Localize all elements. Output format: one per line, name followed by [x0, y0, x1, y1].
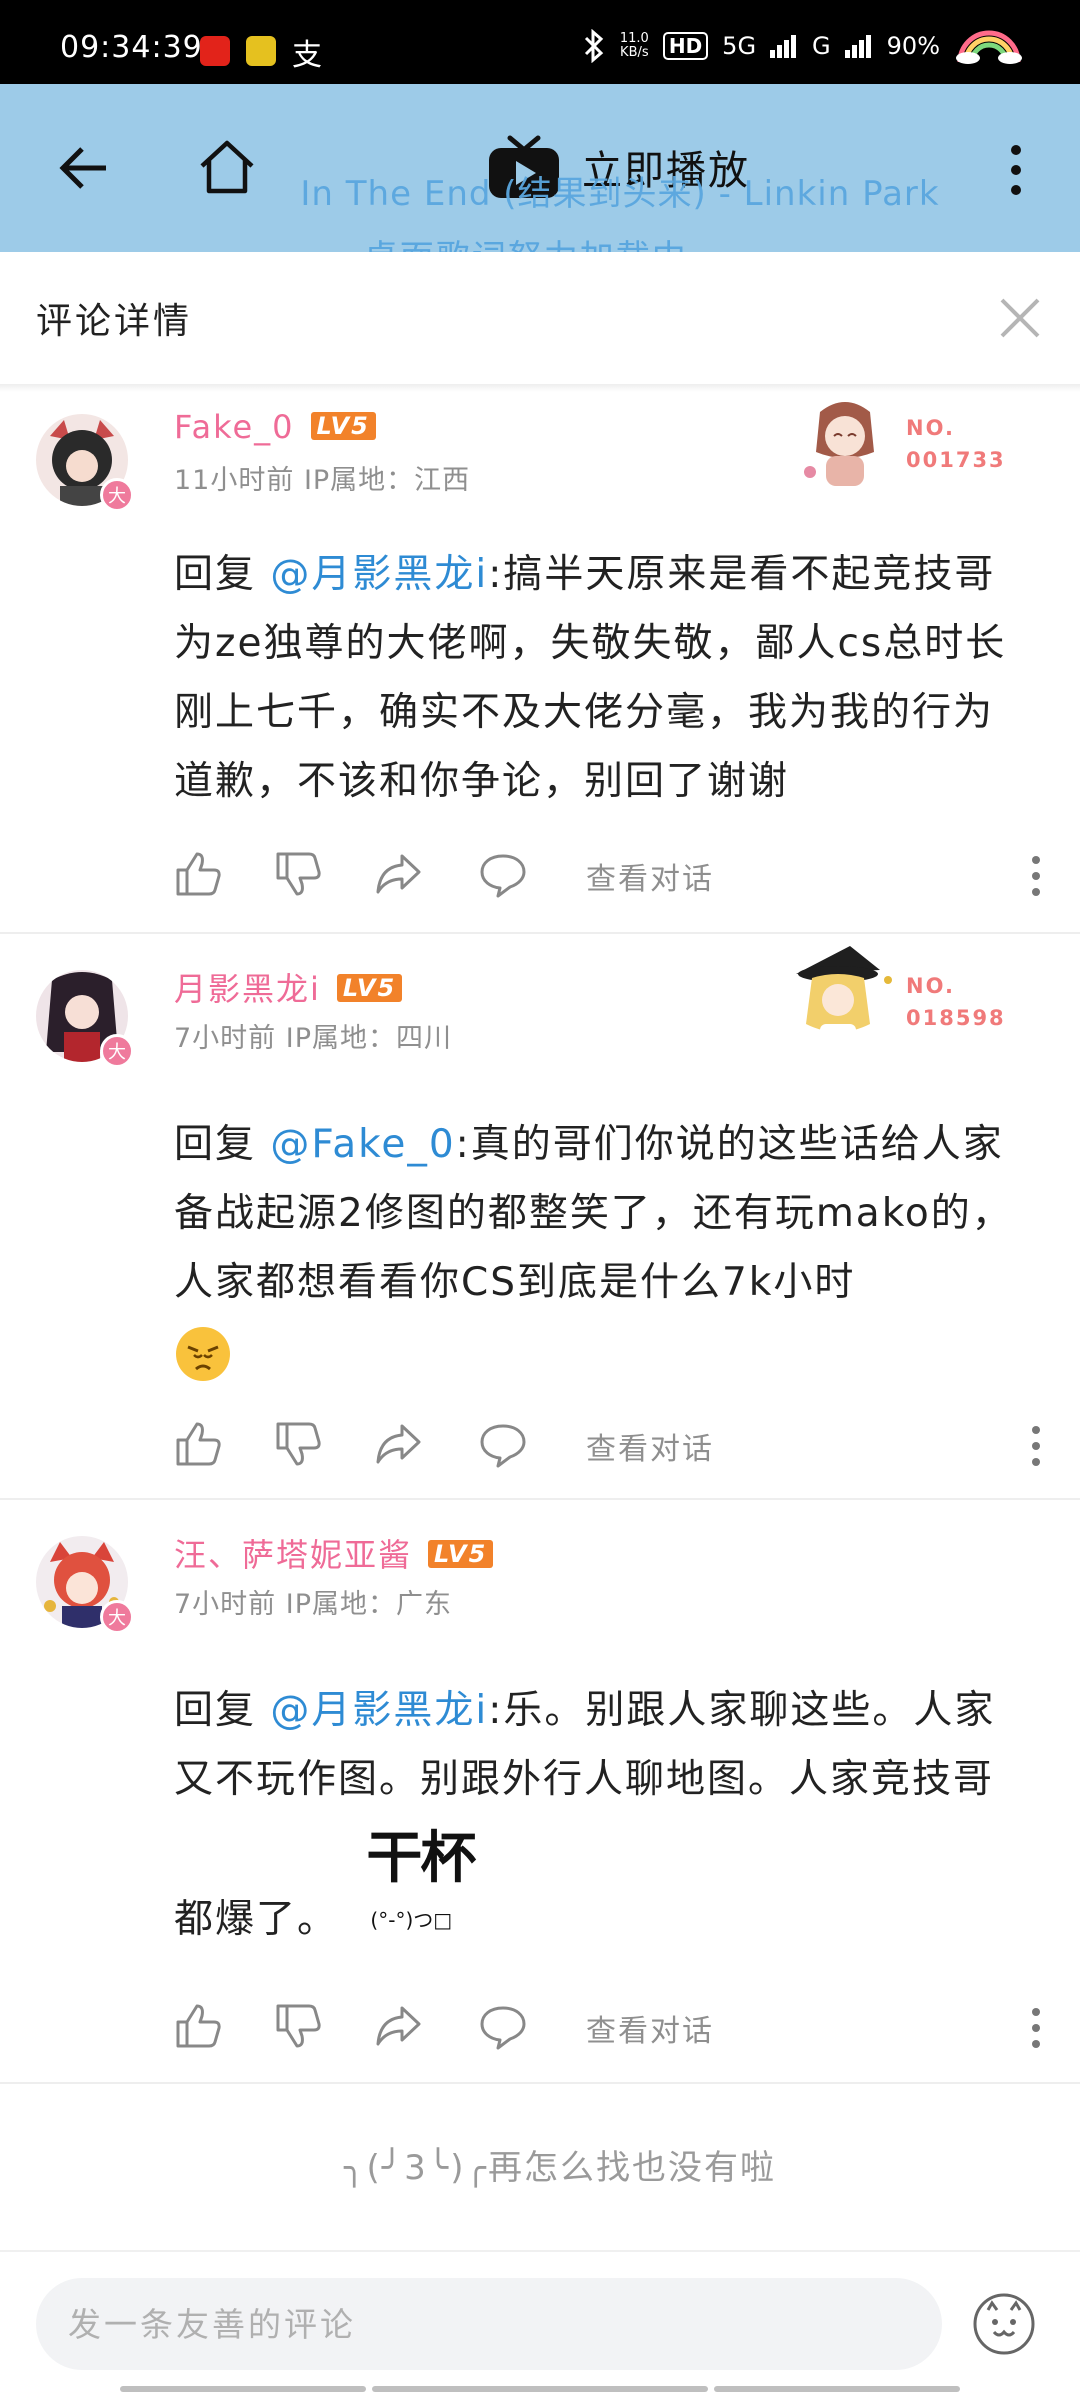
comment-input[interactable] — [36, 2278, 942, 2370]
page-title: 评论详情 — [36, 301, 193, 342]
battery-level: 90% — [886, 32, 940, 60]
pouting-emoji — [176, 1326, 230, 1381]
username[interactable]: 汪、萨塔妮亚酱 LV5 — [174, 1530, 494, 1576]
reply-icon[interactable] — [478, 850, 528, 898]
comment-actions: 查看对话 — [174, 1420, 1054, 1480]
comment-actions: 查看对话 — [174, 850, 1054, 910]
fan-medal: NO. 018598 — [790, 946, 1050, 1060]
share-icon[interactable] — [374, 850, 422, 898]
netease-music-icon — [200, 36, 230, 66]
gesture-bar — [714, 2386, 960, 2392]
fan-medal-illustration — [796, 946, 892, 1040]
gesture-bar — [120, 2386, 366, 2392]
cheers-sticker: 干杯 (°-°)つ□ — [366, 1814, 506, 1954]
more-vertical-icon[interactable] — [1030, 1424, 1042, 1468]
network-speed: 11.0 KB/s — [619, 31, 649, 60]
avatar[interactable]: 大 — [36, 1536, 134, 1634]
like-icon[interactable] — [174, 1420, 222, 1468]
signal-5g: 5G — [722, 32, 757, 60]
avatar[interactable]: 大 — [36, 970, 134, 1068]
comment-text: 回复 @月影黑龙i:乐。别跟人家聊这些。人家又不玩作图。别跟外行人聊地图。人家竞… — [174, 1676, 1034, 1954]
share-icon[interactable] — [374, 1420, 422, 1468]
lemon-app-icon — [246, 36, 276, 66]
vip-badge: 大 — [100, 1600, 134, 1634]
status-time: 09:34:39 — [60, 30, 203, 65]
top-nav-bar: 立即播放 In The End (结果到头来) - Linkin Park 桌面… — [0, 84, 1080, 278]
reply-icon[interactable] — [478, 1420, 528, 1468]
close-icon[interactable] — [996, 294, 1044, 342]
mention-link[interactable]: @Fake_0 — [270, 1122, 455, 1167]
share-icon[interactable] — [374, 2002, 422, 2050]
mention-link[interactable]: @月影黑龙i — [270, 1688, 488, 1733]
like-icon[interactable] — [174, 850, 222, 898]
level-badge: LV5 — [428, 1540, 494, 1568]
username[interactable]: Fake_0 LV5 — [174, 408, 376, 446]
view-conversation-link[interactable]: 查看对话 — [586, 854, 714, 898]
sticker-face: (°-°)つ□ — [370, 1908, 453, 1932]
fan-number: 001733 — [906, 448, 1006, 472]
comment-item: 大 月影黑龙i LV5 7小时前 IP属地：四川 NO. 018598 回复 @Fa… — [0, 934, 1080, 1500]
comment-item: 大 Fake_0 LV5 11小时前 IP属地：江西 NO. 001733 回复 @… — [0, 392, 1080, 934]
fan-medal: NO. 001733 — [790, 392, 1050, 502]
signal-g: G — [812, 32, 831, 60]
level-badge: LV5 — [336, 974, 403, 1002]
gesture-bar — [372, 2386, 708, 2392]
bluetooth-icon — [584, 29, 604, 63]
hd-badge: HD — [662, 32, 709, 60]
end-of-list-note: ╮(╯3╰)╭再怎么找也没有啦 — [343, 2148, 777, 2188]
fan-number: 018598 — [906, 1006, 1006, 1030]
comment-text: 回复 @Fake_0:真的哥们你说的这些话给人家备战起源2修图的都整笑了，还有玩… — [174, 1110, 1034, 1386]
sticker-title: 干杯 — [366, 1826, 476, 1891]
view-conversation-link[interactable]: 查看对话 — [586, 2006, 714, 2050]
more-vertical-icon[interactable] — [1030, 2006, 1042, 2050]
comment-actions: 查看对话 — [174, 2002, 1054, 2062]
more-vertical-icon[interactable] — [1030, 854, 1042, 898]
dislike-icon[interactable] — [274, 850, 322, 898]
status-bar: 09:34:39 支 11.0 KB/s HD 5G G 90% — [0, 0, 1080, 84]
emoji-picker-icon[interactable] — [972, 2292, 1036, 2356]
view-conversation-link[interactable]: 查看对话 — [586, 1424, 714, 1468]
alipay-icon: 支 — [292, 38, 322, 73]
avatar[interactable]: 大 — [36, 414, 134, 512]
mention-link[interactable]: @月影黑龙i — [270, 552, 488, 597]
like-icon[interactable] — [174, 2002, 222, 2050]
desktop-lyric-line1: In The End (结果到头来) - Linkin Park — [300, 174, 940, 214]
comment-detail-header: 评论详情 — [0, 252, 1080, 384]
comment-meta: 7小时前 IP属地：广东 — [174, 1589, 453, 1620]
reply-icon[interactable] — [478, 2002, 528, 2050]
comment-item: 大 汪、萨塔妮亚酱 LV5 7小时前 IP属地：广东 回复 @月影黑龙i:乐。别跟… — [0, 1500, 1080, 2084]
comment-meta: 7小时前 IP属地：四川 — [174, 1023, 453, 1054]
dislike-icon[interactable] — [274, 2002, 322, 2050]
rainbow-battery-icon — [956, 30, 1022, 64]
dislike-icon[interactable] — [274, 1420, 322, 1468]
vip-badge: 大 — [100, 1034, 134, 1068]
signal-bars-2-icon — [844, 35, 871, 58]
comment-text: 回复 @月影黑龙i:搞半天原来是看不起竞技哥为ze独尊的大佬啊，失敬失敬，鄙人c… — [174, 552, 1007, 804]
fan-medal-illustration — [804, 402, 874, 486]
comment-input-bar — [36, 2278, 942, 2370]
signal-bars-icon — [770, 35, 797, 58]
comment-meta: 11小时前 IP属地：江西 — [174, 465, 471, 496]
vip-badge: 大 — [100, 478, 134, 512]
username[interactable]: 月影黑龙i LV5 — [174, 964, 403, 1010]
level-badge: LV5 — [310, 412, 376, 440]
